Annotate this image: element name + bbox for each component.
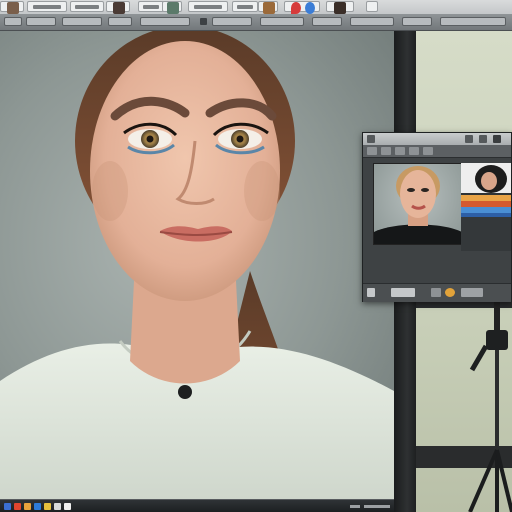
tab-8[interactable]	[232, 1, 258, 12]
screen	[0, 0, 512, 512]
status-icon[interactable]	[367, 288, 375, 297]
tool-icon[interactable]	[367, 147, 377, 155]
start-icon[interactable]	[4, 503, 11, 510]
location-pin-icon	[291, 2, 301, 14]
tab-photo-5[interactable]	[326, 1, 354, 14]
app-icon[interactable]	[54, 503, 61, 510]
tab-photo-3[interactable]	[162, 1, 182, 14]
portrait-thumb-icon	[7, 2, 19, 14]
tool-icon[interactable]	[423, 147, 433, 155]
preview-title-bar[interactable]	[363, 133, 511, 145]
tool-button[interactable]	[140, 17, 190, 26]
folder-icon[interactable]	[24, 503, 31, 510]
tab-5[interactable]	[138, 1, 164, 12]
tab-3[interactable]	[70, 1, 104, 12]
tab-2[interactable]	[27, 1, 67, 12]
portrait-thumb-icon	[263, 2, 275, 14]
options-bar	[0, 14, 512, 31]
tab-photo-4[interactable]	[258, 1, 278, 14]
status-button[interactable]	[461, 288, 483, 297]
tool-icon[interactable]	[409, 147, 419, 155]
tool-button[interactable]	[212, 17, 252, 26]
tool-button[interactable]	[4, 17, 22, 26]
tab-new[interactable]	[366, 1, 378, 12]
portrait-preview	[374, 166, 462, 244]
status-icon[interactable]	[431, 288, 441, 297]
tab-photo-2[interactable]	[106, 1, 130, 14]
tool-icon[interactable]	[395, 147, 405, 155]
app-icon[interactable]	[44, 503, 51, 510]
portrait-thumb-icon	[113, 2, 125, 14]
preview-toolbar	[363, 145, 511, 158]
color-swatch-icon[interactable]	[200, 18, 207, 25]
tool-button[interactable]	[312, 17, 342, 26]
tab-location[interactable]	[284, 1, 320, 14]
tab-7[interactable]	[188, 1, 228, 12]
status-icon[interactable]	[445, 288, 455, 297]
tripod-icon	[468, 290, 512, 512]
close-icon[interactable]	[493, 135, 501, 143]
preview-status-bar	[363, 283, 511, 302]
globe-icon	[305, 2, 315, 14]
portrait-photo	[0, 31, 394, 499]
status-button[interactable]	[391, 288, 415, 297]
photo-canvas[interactable]	[0, 31, 394, 499]
tab-photo-1[interactable]	[0, 1, 24, 14]
tool-button[interactable]	[350, 17, 394, 26]
tray-item[interactable]	[350, 505, 360, 508]
preview-thumbnail-strip[interactable]	[461, 163, 511, 251]
app-icon[interactable]	[14, 503, 21, 510]
window-icon	[367, 135, 375, 143]
tool-icon[interactable]	[381, 147, 391, 155]
preview-window[interactable]	[362, 132, 512, 302]
portrait-thumb-icon	[167, 2, 179, 14]
tool-button[interactable]	[402, 17, 432, 26]
portrait-thumb-icon	[334, 2, 346, 14]
clock	[364, 505, 390, 508]
tool-button[interactable]	[26, 17, 56, 26]
tool-button[interactable]	[260, 17, 304, 26]
tool-button[interactable]	[440, 17, 506, 26]
tool-button[interactable]	[108, 17, 132, 26]
preview-photo[interactable]	[373, 163, 463, 245]
maximize-icon[interactable]	[479, 135, 487, 143]
browser-icon[interactable]	[34, 503, 41, 510]
app-icon[interactable]	[64, 503, 71, 510]
minimize-icon[interactable]	[465, 135, 473, 143]
tool-button[interactable]	[62, 17, 102, 26]
top-toolbar	[0, 0, 512, 15]
taskbar	[0, 499, 394, 512]
